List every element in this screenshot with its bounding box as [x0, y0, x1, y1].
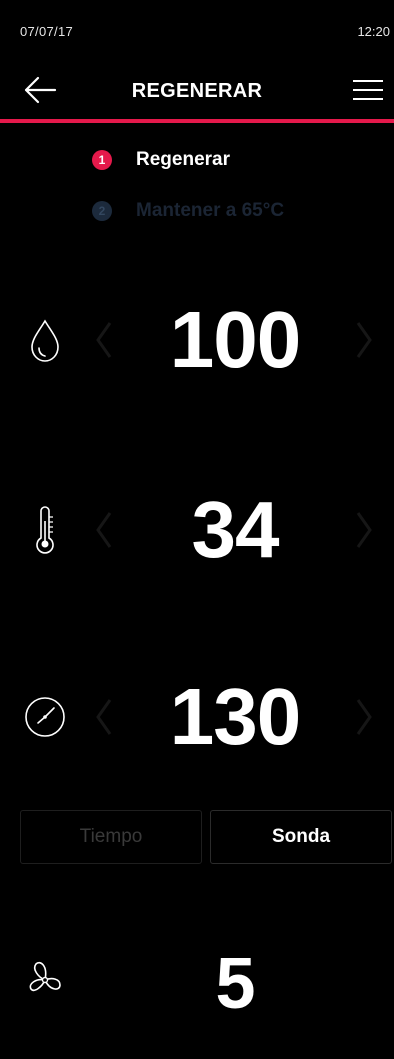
- temperature-value[interactable]: 34: [100, 475, 370, 585]
- step-label: Regenerar: [136, 149, 230, 170]
- step-mantener[interactable]: 2 Mantener a 65°C: [92, 196, 284, 226]
- water-drop-icon: [31, 319, 59, 362]
- thermometer-icon: [36, 506, 54, 554]
- humidity-row: 100: [0, 285, 394, 395]
- header-divider: [0, 119, 394, 123]
- page-title: REGENERAR: [131, 80, 263, 102]
- mode-sonda-button[interactable]: Sonda: [210, 810, 392, 864]
- menu-button[interactable]: [350, 72, 386, 108]
- step-regenerar[interactable]: 1 Regenerar: [92, 145, 230, 175]
- status-date: 07/07/17: [20, 24, 74, 39]
- mode-toggle: Tiempo Sonda: [0, 810, 394, 864]
- fan-row: 5: [0, 925, 394, 1035]
- increase-time-button[interactable]: [352, 692, 376, 742]
- status-time: 12:20: [357, 24, 390, 39]
- temperature-row: 34: [0, 475, 394, 585]
- time-row: 130: [0, 662, 394, 772]
- status-bar: 07/07/17 12:20: [0, 0, 394, 60]
- humidity-value[interactable]: 100: [100, 285, 370, 395]
- step-number-badge: 1: [92, 150, 112, 170]
- mode-tiempo-button[interactable]: Tiempo: [20, 810, 202, 864]
- header: REGENERAR: [0, 64, 394, 118]
- time-value[interactable]: 130: [100, 662, 370, 772]
- step-number-badge: 2: [92, 201, 112, 221]
- increase-humidity-button[interactable]: [352, 315, 376, 365]
- fan-value[interactable]: 5: [100, 929, 370, 1039]
- step-label: Mantener a 65°C: [136, 200, 285, 221]
- fan-icon: [29, 961, 61, 992]
- clock-icon: [25, 697, 65, 737]
- hamburger-menu-icon: [353, 80, 383, 100]
- increase-temperature-button[interactable]: [352, 505, 376, 555]
